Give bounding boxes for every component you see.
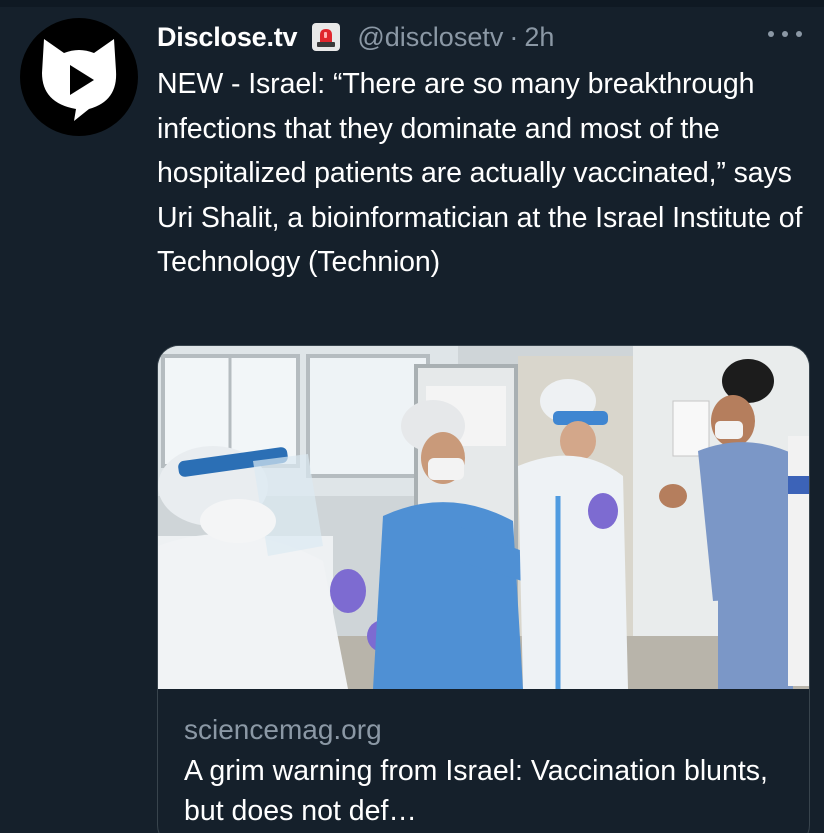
link-card[interactable]: sciencemag.org A grim warning from Israe… <box>157 345 810 833</box>
dot-2 <box>782 31 788 37</box>
dot-1 <box>768 31 774 37</box>
card-domain[interactable]: sciencemag.org <box>184 711 382 749</box>
card-title[interactable]: A grim warning from Israel: Vaccination … <box>184 751 794 831</box>
tweet-header: Disclose.tv @disclosetv · 2h <box>157 17 554 57</box>
avatar[interactable] <box>20 18 138 136</box>
display-name[interactable]: Disclose.tv <box>157 17 298 57</box>
emergency-siren-icon <box>311 22 341 52</box>
more-options-icon[interactable] <box>768 27 802 41</box>
user-handle[interactable]: @disclosetv <box>357 17 503 57</box>
top-edge-strip <box>0 0 824 7</box>
separator-dot: · <box>509 22 519 52</box>
tweet-text: NEW - Israel: “There are so many breakth… <box>157 68 803 278</box>
tweet[interactable]: Disclose.tv @disclosetv · 2h NEW - Israe… <box>0 7 824 833</box>
timestamp[interactable]: 2h <box>524 17 554 57</box>
hospital-staff-photo <box>158 346 809 689</box>
play-cat-logo-icon <box>42 39 117 121</box>
dot-3 <box>796 31 802 37</box>
